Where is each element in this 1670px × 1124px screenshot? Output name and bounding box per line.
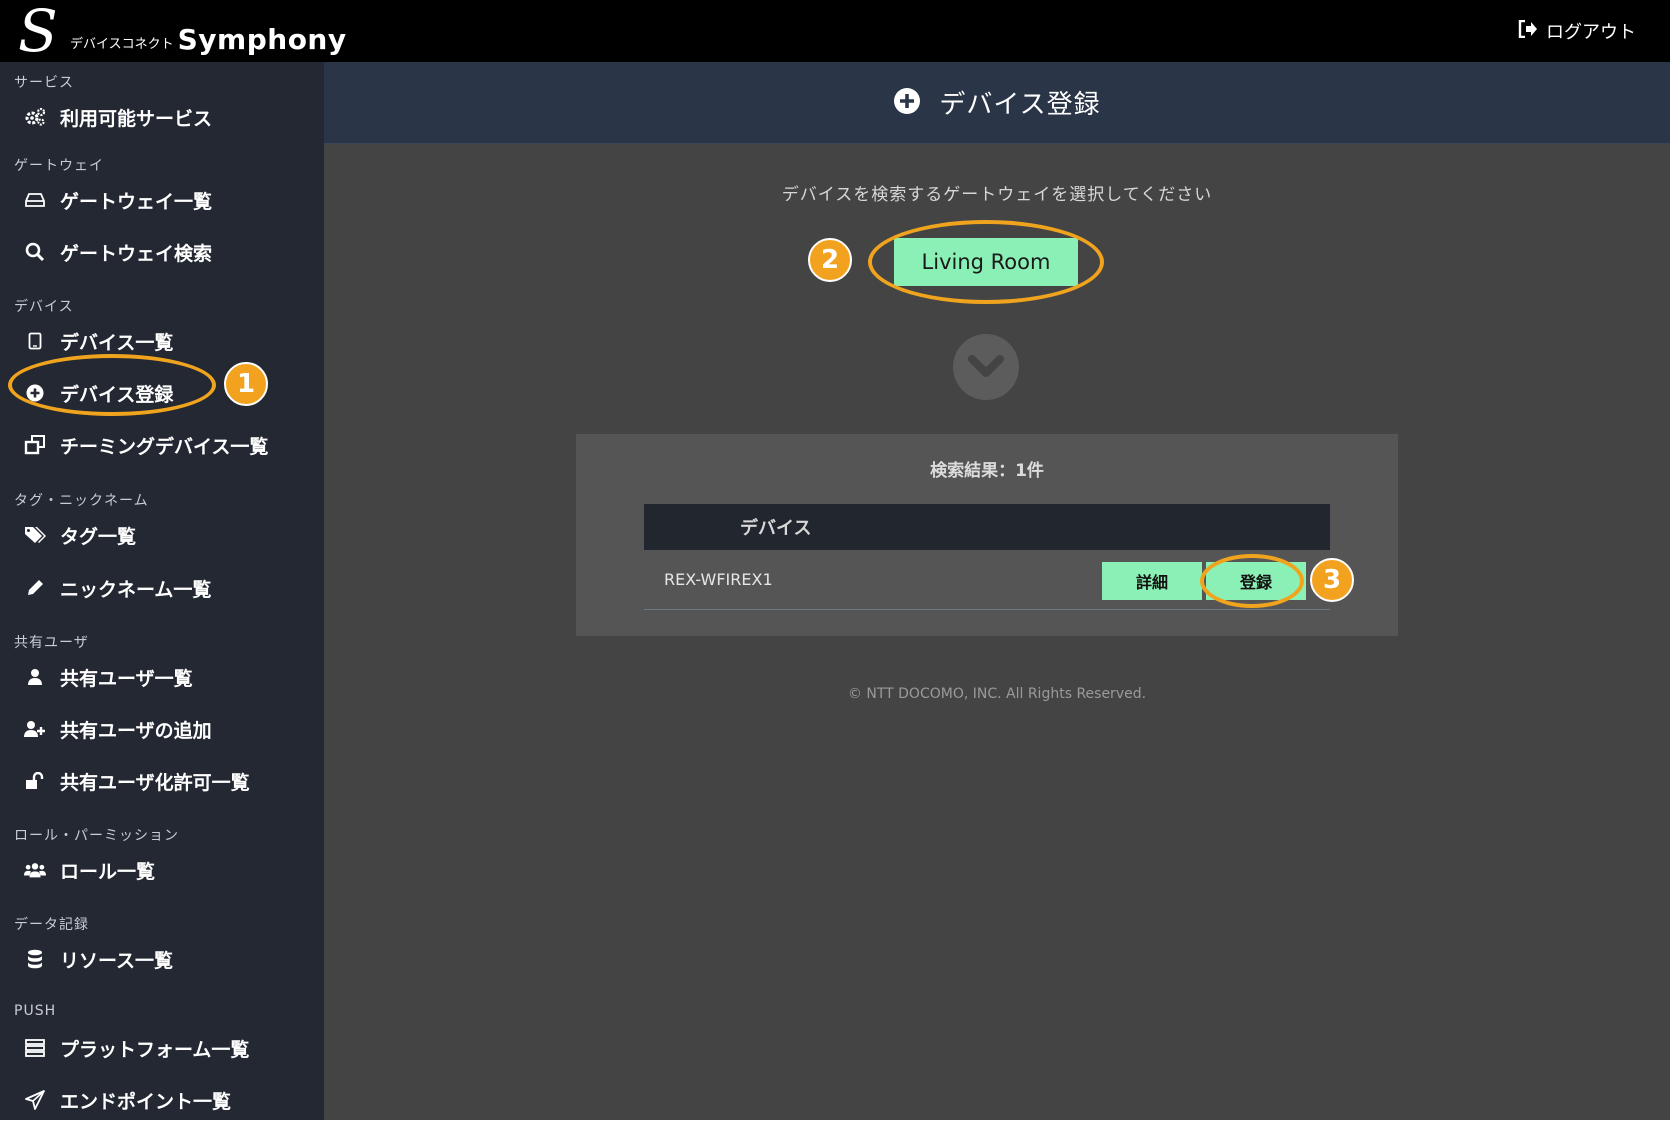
sidebar-section-push: PUSH [14,1003,57,1019]
sidebar-item-shared-user-permission-list[interactable]: 共有ユーザ化許可一覧 [24,761,250,801]
tablet-icon [24,332,46,350]
sidebar-item-label: 共有ユーザ一覧 [60,667,193,690]
instruction-text: デバイスを検索するゲートウェイを選択してください [781,185,1213,205]
sidebar-section-gateway: ゲートウェイ [14,158,104,174]
sidebar-item-label: リソース一覧 [60,949,174,972]
tags-icon [24,526,46,544]
sidebar-item-gateway-list[interactable]: ゲートウェイ一覧 [24,180,212,220]
logo-name: Symphony [177,23,347,56]
sidebar-item-teaming-device-list[interactable]: チーミングデバイス一覧 [24,425,268,465]
sidebar-item-role-list[interactable]: ロール一覧 [24,850,155,890]
annotation-badge-2: 2 [808,238,852,282]
column-header-device: デバイス [740,518,812,539]
sidebar-section-role-permission: ロール・パーミッション [14,828,179,844]
plus-circle-icon [24,384,46,402]
logo-subtitle: デバイスコネクト [70,37,174,52]
search-icon [24,242,46,262]
sidebar-item-device-list[interactable]: デバイス一覧 [24,321,173,361]
sidebar-item-endpoint-list[interactable]: エンドポイント一覧 [24,1080,231,1120]
sidebar-item-label: 共有ユーザ化許可一覧 [60,771,250,794]
sidebar-item-label: ロール一覧 [60,860,156,883]
sidebar-item-label: チーミングデバイス一覧 [60,435,269,458]
pencil-icon [24,579,46,597]
unlock-icon [24,772,46,790]
sidebar-item-nickname-list[interactable]: ニックネーム一覧 [24,568,211,608]
register-button[interactable]: 登録 [1206,562,1306,600]
annotation-badge-1: 1 [224,362,268,406]
users-icon [24,861,46,879]
gateway-select-button[interactable]: Living Room [894,238,1078,286]
sidebar: サービス 利用可能サービス ゲートウェイ ゲートウェイ一覧 ゲートウェイ検索 デ… [0,62,324,1120]
page-title: デバイス登録 [939,90,1101,120]
top-bar: S デバイスコネクト Symphony ログアウト [0,0,1670,62]
sidebar-item-label: ニックネーム一覧 [60,578,212,601]
sidebar-section-device: デバイス [14,299,74,315]
logout-label: ログアウト [1546,22,1636,43]
sidebar-section-shared-user: 共有ユーザ [14,635,89,651]
footer-copyright: © NTT DOCOMO, INC. All Rights Reserved. [847,686,1147,702]
cogs-icon [24,107,46,127]
sidebar-item-tag-list[interactable]: タグ一覧 [24,515,136,555]
bottom-edge [0,1120,1670,1124]
sidebar-item-label: エンドポイント一覧 [60,1090,232,1113]
sidebar-item-label: プラットフォーム一覧 [60,1038,250,1061]
sidebar-section-tag-nickname: タグ・ニックネーム [14,493,149,509]
sidebar-item-device-register[interactable]: デバイス登録 [24,373,173,413]
sidebar-item-label: デバイス一覧 [60,331,174,354]
user-plus-icon [24,720,46,738]
sidebar-item-shared-user-list[interactable]: 共有ユーザ一覧 [24,657,193,697]
sidebar-item-label: 利用可能サービス [60,107,213,130]
main-content: デバイスを検索するゲートウェイを選択してください Living Room 2 検… [324,144,1670,1120]
app-window: S デバイスコネクト Symphony ログアウト サービス 利用可能サービス … [0,0,1670,1120]
user-icon [24,668,46,686]
sidebar-item-resource-list[interactable]: リソース一覧 [24,939,173,979]
sidebar-item-platform-list[interactable]: プラットフォーム一覧 [24,1028,249,1068]
chevron-down-icon [953,334,1019,400]
sidebar-item-label: タグ一覧 [60,525,137,548]
sidebar-section-data-record: データ記録 [14,917,89,933]
paper-plane-icon [24,1090,46,1110]
sidebar-item-available-services[interactable]: 利用可能サービス [24,97,212,137]
database-icon [24,949,46,969]
logout-button[interactable]: ログアウト [1518,18,1636,44]
logo-mark: S [18,0,58,65]
sidebar-item-label: デバイス登録 [60,383,174,406]
search-results-panel: 検索結果：1件 デバイス REX-WFIREX1 詳細 登録 3 [576,434,1398,636]
sidebar-item-label: 共有ユーザの追加 [60,719,212,742]
sidebar-item-label: ゲートウェイ検索 [60,242,213,265]
server-icon [24,1039,46,1057]
device-name-cell: REX-WFIREX1 [664,570,773,589]
hdd-icon [24,192,46,208]
sidebar-item-gateway-search[interactable]: ゲートウェイ検索 [24,232,212,272]
logo: S デバイスコネクト Symphony [18,2,347,60]
annotation-badge-3: 3 [1310,558,1354,602]
detail-button[interactable]: 詳細 [1102,562,1202,600]
page-header: デバイス登録 [324,62,1670,144]
sign-out-icon [1518,19,1538,43]
results-title: 検索結果：1件 [930,461,1044,481]
plus-circle-icon [893,87,921,119]
clone-icon [24,435,46,455]
sidebar-item-label: ゲートウェイ一覧 [60,190,213,213]
sidebar-item-add-shared-user[interactable]: 共有ユーザの追加 [24,709,212,749]
table-row: REX-WFIREX1 詳細 登録 3 [644,550,1354,610]
table-header: デバイス [644,504,1330,550]
sidebar-section-service: サービス [14,75,74,91]
